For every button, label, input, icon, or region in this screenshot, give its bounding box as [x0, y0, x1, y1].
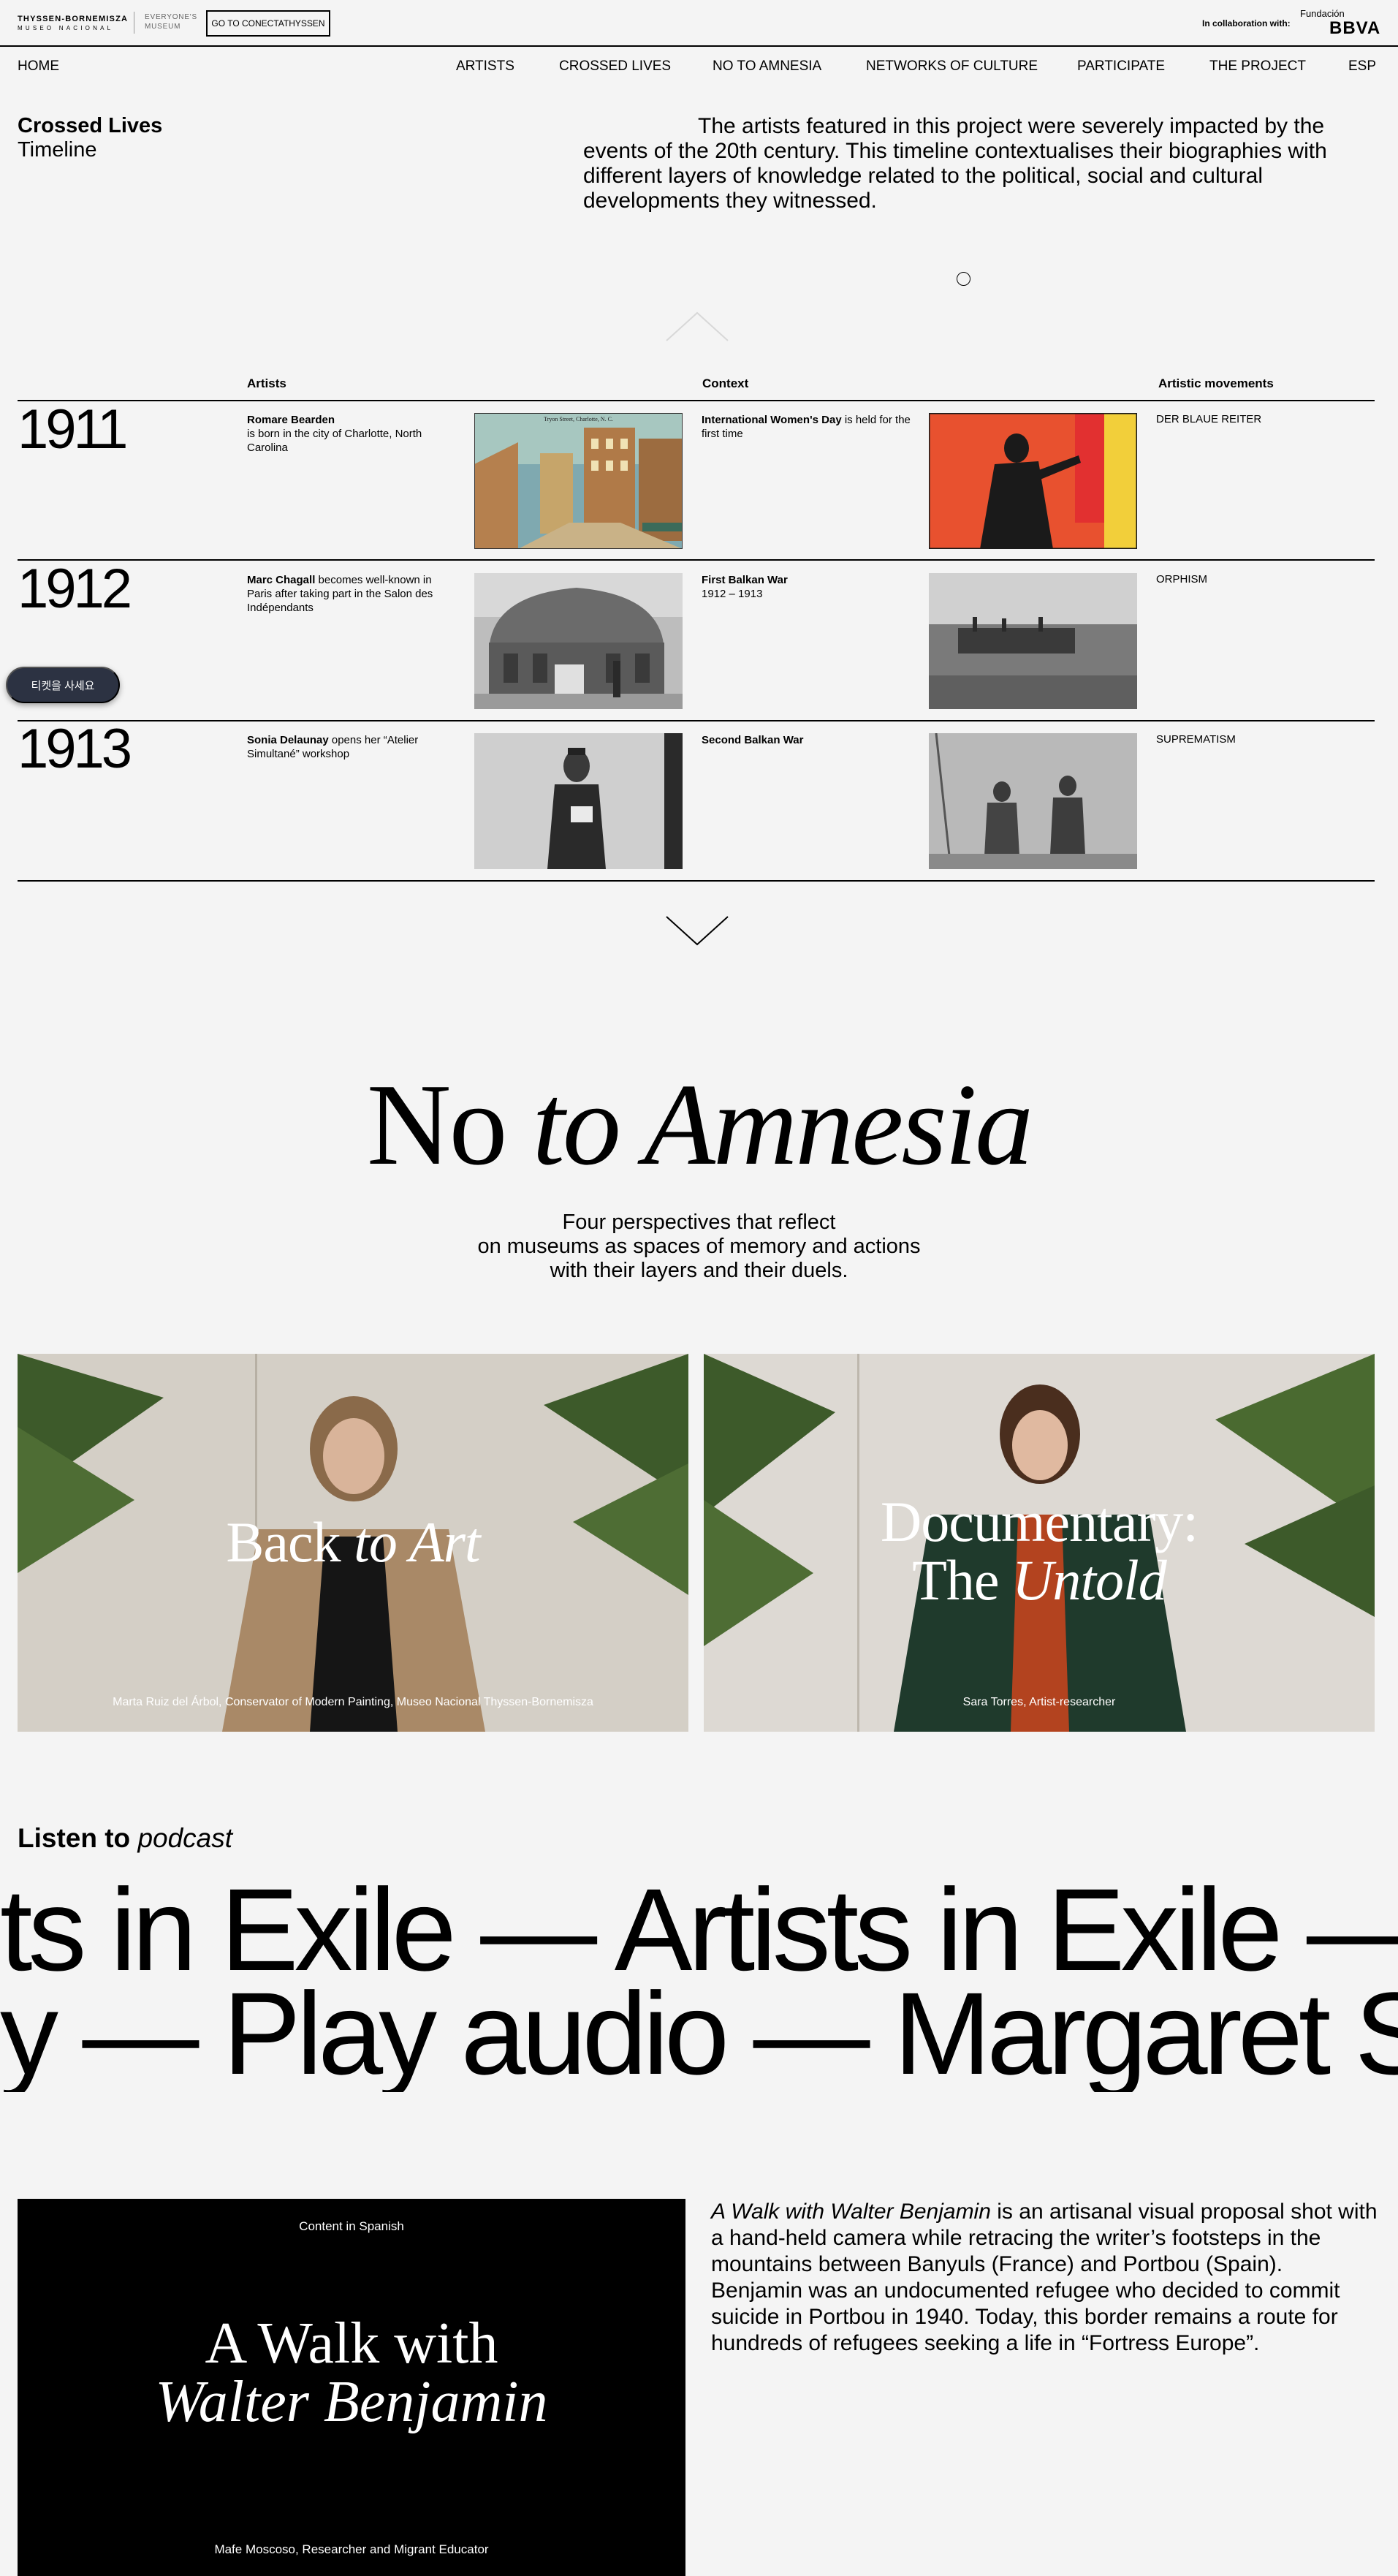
timeline-year: 1912: [18, 558, 132, 620]
collaboration-label: In collaboration with:: [1202, 18, 1291, 29]
bbva-logo[interactable]: BBVA: [1329, 18, 1380, 39]
heading-plain: Listen to: [18, 1823, 131, 1853]
fundacion-label[interactable]: Fundación: [1300, 8, 1345, 19]
card-title-plain: The: [912, 1548, 999, 1612]
timeline-header-movements: Artistic movements: [1158, 376, 1274, 390]
movement-label[interactable]: ORPHISM: [1156, 573, 1207, 586]
museum-logo-subtitle[interactable]: MUSEO NACIONAL: [18, 25, 113, 31]
card-title: Back to Art: [18, 1513, 688, 1572]
content-language-label: Content in Spanish: [299, 2219, 404, 2233]
artist-name[interactable]: Marc Chagall: [247, 574, 315, 586]
artist-event-text: is born in the city of Charlotte, North …: [247, 428, 422, 454]
listen-to-podcast-heading: Listen to podcast: [18, 1823, 232, 1854]
main-nav: [0, 47, 1398, 85]
context-name[interactable]: First Balkan War: [702, 574, 788, 586]
context-event[interactable]: International Women's Day is held for th…: [702, 413, 913, 441]
context-event-text: 1912 – 1913: [702, 588, 763, 600]
documentary-untold-card[interactable]: Documentary: The Untold Sara Torres, Art…: [704, 1354, 1375, 1732]
video-caption: Mafe Moscoso, Researcher and Migrant Edu…: [214, 2542, 489, 2556]
chevron-down-icon[interactable]: [665, 915, 729, 951]
top-bar: THYSSEN-BORNEMISZA MUSEO NACIONAL EVERYO…: [0, 0, 1398, 47]
nav-crossed-lives[interactable]: CROSSED LIVES: [559, 58, 671, 75]
intro-paragraph: The artists featured in this project wer…: [583, 114, 1327, 213]
card-caption: Marta Ruiz del Árbol, Conservator of Mod…: [113, 1696, 593, 1708]
description-line: with their layers and their duels.: [550, 1259, 848, 1282]
title-italic: to Amnesia: [532, 1059, 1033, 1189]
artist-name[interactable]: Sonia Delaunay: [247, 734, 329, 746]
everyones-museum-label-2: MUSEUM: [145, 23, 181, 31]
timeline-divider: [18, 400, 1375, 401]
timeline-divider: [18, 880, 1375, 882]
section-subtitle: Timeline: [18, 138, 97, 162]
womens-day-poster-image[interactable]: [929, 413, 1137, 549]
walter-benjamin-description: A Walk with Walter Benjamin is an artisa…: [711, 2199, 1378, 2357]
charlotte-postcard-image[interactable]: Tryon Street, Charlotte, N. C.: [474, 413, 683, 549]
timeline-header-artists: Artists: [247, 376, 286, 390]
cursor-dot-icon: [957, 272, 970, 286]
description-line: on museums as spaces of memory and actio…: [477, 1235, 921, 1258]
timeline-divider: [18, 720, 1375, 721]
artist-event[interactable]: Marc Chagall becomes well-known in Paris…: [247, 573, 459, 615]
description-italic: A Walk with Walter Benjamin: [711, 2200, 991, 2224]
balkan-war-photo[interactable]: [929, 573, 1137, 709]
card-title-italic: Untold: [1012, 1548, 1167, 1612]
timeline-header-context: Context: [702, 376, 749, 390]
second-balkan-war-photo[interactable]: [929, 733, 1137, 869]
card-title: Documentary: The Untold: [704, 1493, 1375, 1610]
walter-benjamin-video-card[interactable]: Content in Spanish A Walk with Walter Be…: [18, 2199, 685, 2576]
postcard-caption: Tryon Street, Charlotte, N. C.: [544, 416, 613, 423]
card-title-plain: Back: [226, 1510, 341, 1574]
context-event[interactable]: Second Balkan War: [702, 733, 913, 747]
nav-no-to-amnesia[interactable]: NO TO AMNESIA: [713, 58, 821, 75]
movement-label[interactable]: SUPREMATISM: [1156, 733, 1236, 746]
everyones-museum-label: EVERYONE'S: [145, 13, 197, 21]
buy-tickets-button[interactable]: 티켓을 사세요: [6, 667, 120, 703]
museum-logo[interactable]: THYSSEN-BORNEMISZA: [18, 15, 128, 23]
video-title-line2: Walter Benjamin: [155, 2370, 548, 2434]
amnesia-description: Four perspectives that reflect on museum…: [0, 1211, 1398, 1283]
card-title-italic: to Art: [354, 1510, 480, 1574]
description-line: Four perspectives that reflect: [562, 1211, 836, 1234]
context-event[interactable]: First Balkan War 1912 – 1913: [702, 573, 913, 601]
artist-event[interactable]: Sonia Delaunay opens her “Atelier Simult…: [247, 733, 452, 761]
nav-participate[interactable]: PARTICIPATE: [1077, 58, 1165, 75]
podcast-marquee-play-audio[interactable]: y — Play audio — Margaret Scola: [0, 1975, 1398, 2092]
sonia-delaunay-portrait[interactable]: [474, 733, 683, 869]
no-to-amnesia-title: No to Amnesia: [0, 1058, 1398, 1190]
card-title-line1: Documentary:: [880, 1490, 1198, 1553]
artist-name[interactable]: Romare Bearden: [247, 414, 335, 426]
movement-label[interactable]: DER BLAUE REITER: [1156, 413, 1261, 425]
podcast-marquee-title[interactable]: ts in Exile — Artists in Exile — Artis: [0, 1871, 1398, 1988]
nav-language-esp[interactable]: ESP: [1348, 58, 1376, 75]
go-to-conectathyssen-button[interactable]: GO TO CONECTATHYSSEN: [206, 10, 330, 37]
context-name[interactable]: International Women's Day: [702, 414, 842, 426]
nav-networks-of-culture[interactable]: NETWORKS OF CULTURE: [866, 58, 1038, 75]
artist-event[interactable]: Romare Bearden is born in the city of Ch…: [247, 413, 452, 455]
timeline-year: 1913: [18, 718, 132, 780]
context-name[interactable]: Second Balkan War: [702, 734, 803, 746]
card-caption: Sara Torres, Artist-researcher: [962, 1696, 1116, 1708]
section-title: Crossed Lives: [18, 114, 163, 137]
salon-building-image[interactable]: [474, 573, 683, 709]
chevron-up-icon[interactable]: [665, 310, 729, 346]
video-title-line1: A Walk with: [205, 2311, 498, 2376]
nav-artists[interactable]: ARTISTS: [456, 58, 514, 75]
timeline-divider: [18, 559, 1375, 561]
title-plain: No: [366, 1059, 508, 1189]
timeline-year: 1911: [18, 398, 128, 461]
heading-italic: podcast: [137, 1823, 233, 1853]
back-to-art-card[interactable]: Back to Art Marta Ruiz del Árbol, Conser…: [18, 1354, 688, 1732]
nav-home[interactable]: HOME: [18, 58, 59, 75]
nav-the-project[interactable]: THE PROJECT: [1209, 58, 1306, 75]
